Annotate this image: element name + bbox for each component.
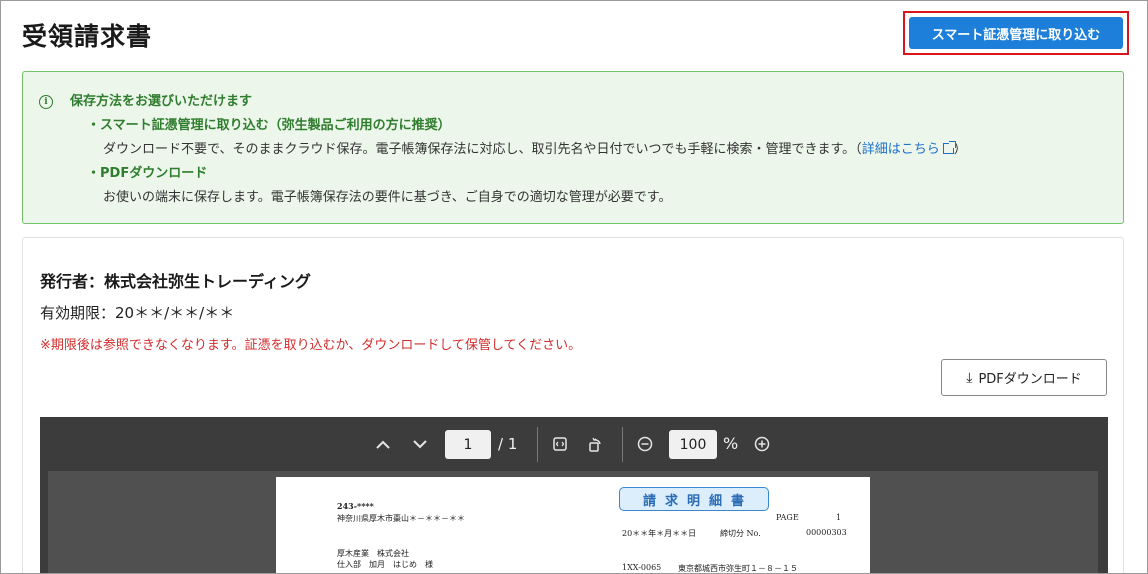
doc-page-label: PAGE bbox=[776, 513, 799, 522]
fit-page-icon[interactable] bbox=[552, 436, 568, 452]
invoice-card: 発行者：株式会社弥生トレーディング 有効期限：20＊＊/＊＊/＊＊ ※期限後は参… bbox=[22, 237, 1124, 573]
doc-cutoff-label: 締切分 bbox=[720, 529, 744, 538]
doc-number: 00000303 bbox=[806, 528, 847, 537]
option2-title: ・PDFダウンロード bbox=[87, 166, 208, 181]
doc-date: 20＊＊年＊月＊＊日 bbox=[622, 529, 697, 538]
doc-cutoff: 締切分 No. bbox=[720, 528, 761, 539]
rotate-icon[interactable] bbox=[587, 435, 603, 453]
doc-zip-code: 243-**** bbox=[337, 501, 374, 511]
option1-title: ・スマート証憑管理に取り込む（弥生製品ご利用の方に推奨） bbox=[87, 118, 451, 133]
chevron-down-icon[interactable] bbox=[412, 436, 428, 452]
zoom-input[interactable] bbox=[669, 430, 717, 459]
pdf-canvas[interactable]: 243-**** 神奈川県厚木市棗山＊－＊＊－＊＊ 厚木産業 株式会社 仕入部 … bbox=[48, 471, 1098, 573]
storage-options-notice: i 保存方法をお選びいただけます ・スマート証憑管理に取り込む（弥生製品ご利用の… bbox=[22, 71, 1124, 224]
pdf-toolbar: / 1 % bbox=[40, 417, 1108, 471]
doc-recipient-person: 仕入部 加月 はじめ 様 bbox=[337, 560, 433, 569]
pdf-download-button[interactable]: ⤓ PDFダウンロード bbox=[941, 359, 1107, 396]
pdf-viewer: / 1 % 243-**** bbox=[40, 417, 1108, 573]
download-icon: ⤓ bbox=[966, 369, 973, 386]
page-number-input[interactable] bbox=[445, 430, 491, 459]
doc-recipient-address: 神奈川県厚木市棗山＊－＊＊－＊＊ bbox=[337, 514, 465, 523]
notice-heading: 保存方法をお選びいただけます bbox=[70, 94, 253, 109]
external-link-icon bbox=[942, 141, 956, 154]
import-to-smart-voucher-button[interactable]: スマート証憑管理に取り込む bbox=[909, 17, 1123, 49]
pdf-download-label: PDFダウンロード bbox=[978, 372, 1082, 387]
notice-heading-row: i 保存方法をお選びいただけます bbox=[39, 90, 1107, 114]
details-link-label: 詳細はこちら bbox=[861, 142, 940, 157]
toolbar-divider bbox=[622, 427, 623, 462]
zoom-unit: % bbox=[723, 434, 739, 453]
doc-company-address: 東京都城西市弥生町１－８－１５ bbox=[678, 564, 798, 573]
doc-code: 1XX-0065 bbox=[622, 563, 662, 572]
zoom-in-icon[interactable] bbox=[754, 436, 770, 452]
total-pages: / 1 bbox=[498, 435, 518, 453]
doc-title-banner: 請求明細書 bbox=[619, 487, 769, 511]
expiry-date: 有効期限：20＊＊/＊＊/＊＊ bbox=[40, 304, 235, 322]
zoom-out-icon[interactable] bbox=[637, 436, 653, 452]
info-icon: i bbox=[39, 95, 53, 109]
toolbar-divider bbox=[537, 427, 538, 462]
import-button-highlight: スマート証憑管理に取り込む bbox=[903, 11, 1129, 55]
option1-description: ダウンロード不要で、そのままクラウド保存。電子帳簿保存法に対応し、取引先名や日付… bbox=[103, 142, 862, 157]
page-title: 受領請求書 bbox=[22, 22, 153, 51]
option1-description-row: ダウンロード不要で、そのままクラウド保存。電子帳簿保存法に対応し、取引先名や日付… bbox=[39, 138, 1107, 162]
doc-number-label: No. bbox=[746, 529, 761, 538]
doc-recipient-company: 厚木産業 株式会社 bbox=[337, 549, 409, 558]
app-window: 受領請求書 スマート証憑管理に取り込む i 保存方法をお選びいただけます ・スマ… bbox=[0, 0, 1148, 574]
issuer: 発行者：株式会社弥生トレーディング bbox=[40, 272, 311, 291]
option2-description: お使いの端末に保存します。電子帳簿保存法の要件に基づき、ご自身での適切な管理が必… bbox=[103, 190, 672, 205]
details-link[interactable]: 詳細はこちら bbox=[861, 138, 956, 162]
doc-page-number: 1 bbox=[836, 513, 842, 522]
chevron-up-icon[interactable] bbox=[375, 436, 391, 452]
invoice-document-page: 243-**** 神奈川県厚木市棗山＊－＊＊－＊＊ 厚木産業 株式会社 仕入部 … bbox=[276, 477, 870, 573]
expiry-warning: ※期限後は参照できなくなります。証憑を取り込むか、ダウンロードして保管してくださ… bbox=[40, 338, 582, 353]
